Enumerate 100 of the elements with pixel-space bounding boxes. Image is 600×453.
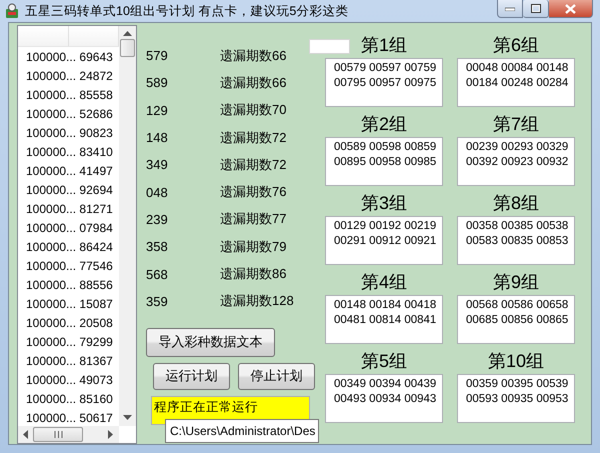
- table-cell-text: 100000...: [25, 88, 78, 102]
- table-cell-text: 83410: [79, 144, 114, 158]
- table-cell-text: 100000...: [25, 296, 78, 310]
- table-cell-text: 100000...: [25, 68, 78, 82]
- omission-label: 遗漏期数76: [220, 183, 286, 202]
- table-cell-text: 100000...: [25, 372, 78, 386]
- maximize-icon: [530, 4, 540, 13]
- numbers-field[interactable]: 00349 00394 00439 00493 00934 00943: [325, 374, 443, 423]
- table-cell-text: 85558: [79, 88, 114, 102]
- table-cell-text: 69643: [79, 50, 114, 64]
- window-title: 五星三码转单式10组出号计划 有点卡，建议玩5分彩这类: [25, 2, 348, 20]
- app-icon: [4, 3, 20, 19]
- table-cell-text: 20508: [79, 316, 114, 330]
- table-cell-text: 100000...: [25, 106, 78, 120]
- import-button[interactable]: 导入彩种数据文本: [146, 328, 275, 357]
- omission-label: 遗漏期数77: [220, 210, 286, 228]
- group-title: 第6组: [492, 34, 539, 57]
- minimize-icon: [505, 6, 515, 10]
- omission-label: 遗漏期数66: [220, 46, 286, 65]
- number-label: 048: [146, 184, 169, 200]
- stop-button[interactable]: 停止计划: [238, 362, 315, 390]
- group-title: 第3组: [360, 192, 407, 215]
- group-title: 第7组: [492, 113, 539, 136]
- number-label: 568: [146, 266, 169, 282]
- table-cell-text: 100000...: [25, 220, 78, 234]
- table-cell-text: 81271: [79, 202, 114, 216]
- scroll-right-arrow-icon[interactable]: [108, 430, 114, 439]
- number-label: 358: [146, 239, 169, 254]
- group-title: 第9组: [492, 271, 539, 294]
- scrollbar-thumb[interactable]: [33, 427, 83, 442]
- table-cell-text: 52686: [79, 106, 114, 120]
- table-cell-text: 41497: [79, 164, 114, 178]
- table-cell-text: 49073: [79, 372, 114, 386]
- table-cell-text: 24872: [79, 68, 114, 82]
- table-cell-text: 100000...: [25, 202, 78, 216]
- number-label: 129: [146, 102, 169, 118]
- numbers-field[interactable]: 00568 00586 00658 00685 00856 00865: [457, 295, 575, 344]
- table-cell-text: 100000...: [25, 144, 78, 158]
- maximize-button[interactable]: [523, 0, 549, 18]
- table-cell-text: 100000...: [25, 182, 78, 196]
- group-title: 第2组: [360, 113, 407, 136]
- table-cell-text: 100000...: [25, 316, 78, 330]
- numbers-field[interactable]: 00148 00184 00418 00481 00814 00841: [325, 295, 443, 344]
- group-title: 第1组: [360, 34, 407, 57]
- group-title: 第5组: [360, 350, 407, 373]
- scroll-left-arrow-icon[interactable]: [23, 430, 29, 439]
- table-cell-text: 07984: [79, 220, 114, 234]
- numbers-field[interactable]: 00239 00293 00329 00392 00923 00932: [457, 137, 575, 186]
- omission-label: 遗漏期数72: [220, 128, 286, 147]
- omission-label: 遗漏期数72: [220, 156, 286, 174]
- numbers-field[interactable]: 00589 00598 00859 00895 00958 00985: [325, 137, 443, 186]
- table-cell-text: 50617: [79, 410, 114, 424]
- table-cell-text: 77546: [79, 258, 114, 272]
- table-cell-text: 100000...: [25, 392, 78, 406]
- table-cell-text: 92694: [79, 182, 114, 196]
- numbers-field[interactable]: 00048 00084 00148 00184 00248 00284: [457, 58, 575, 107]
- numbers-field[interactable]: 00358 00385 00538 00583 00835 00853: [457, 216, 575, 265]
- number-label: 359: [146, 294, 169, 309]
- table-cell-text: 100000...: [25, 278, 78, 292]
- table-cell-text: 86424: [79, 240, 114, 254]
- scroll-down-arrow-icon[interactable]: [123, 415, 132, 421]
- table-cell-text: 85160: [79, 392, 114, 406]
- input-field[interactable]: [309, 39, 350, 54]
- numbers-field[interactable]: 00129 00192 00219 00291 00912 00921: [325, 216, 443, 265]
- path-tooltip: C:\Users\Administrator\Des: [165, 419, 320, 443]
- table-cell-text: 88556: [79, 278, 114, 292]
- number-label: 349: [146, 157, 169, 172]
- group-title: 第8组: [492, 192, 539, 215]
- omission-label: 遗漏期数128: [220, 292, 294, 310]
- omission-label: 遗漏期数79: [220, 238, 286, 256]
- close-button[interactable]: [549, 0, 593, 18]
- omission-label: 遗漏期数86: [220, 265, 286, 284]
- table-cell-text: 79299: [79, 334, 114, 348]
- number-label: 239: [146, 212, 169, 227]
- table-cell-text: 100000...: [25, 354, 78, 368]
- table-cell-text: 100000...: [25, 126, 78, 140]
- number-label: 589: [146, 75, 169, 90]
- table-cell-text: 81367: [79, 354, 114, 368]
- table-cell-text: 100000...: [25, 258, 78, 272]
- number-label: 148: [146, 130, 169, 146]
- table-cell-text: 15087: [79, 296, 114, 310]
- list-view[interactable]: [17, 25, 137, 444]
- table-cell-text: 100000...: [25, 410, 78, 424]
- scroll-up-arrow-icon[interactable]: [123, 31, 132, 37]
- table-cell-text: 100000...: [25, 164, 78, 178]
- group-title: 第4组: [360, 271, 407, 294]
- omission-label: 遗漏期数66: [220, 74, 286, 92]
- scrollbar-thumb[interactable]: [120, 39, 135, 57]
- numbers-field[interactable]: 00579 00597 00759 00795 00957 00975: [325, 58, 443, 107]
- number-label: 579: [146, 48, 169, 64]
- table-cell-text: 100000...: [25, 50, 78, 64]
- close-icon: [565, 4, 576, 14]
- omission-label: 遗漏期数70: [220, 101, 286, 120]
- table-cell-text: 100000...: [25, 334, 78, 348]
- group-title: 第10组: [488, 350, 544, 373]
- minimize-button[interactable]: [497, 0, 523, 18]
- table-cell-text: 100000...: [25, 240, 78, 254]
- table-cell-text: 90823: [79, 126, 114, 140]
- numbers-field[interactable]: 00359 00395 00539 00593 00935 00953: [457, 374, 575, 423]
- run-button[interactable]: 运行计划: [153, 362, 230, 390]
